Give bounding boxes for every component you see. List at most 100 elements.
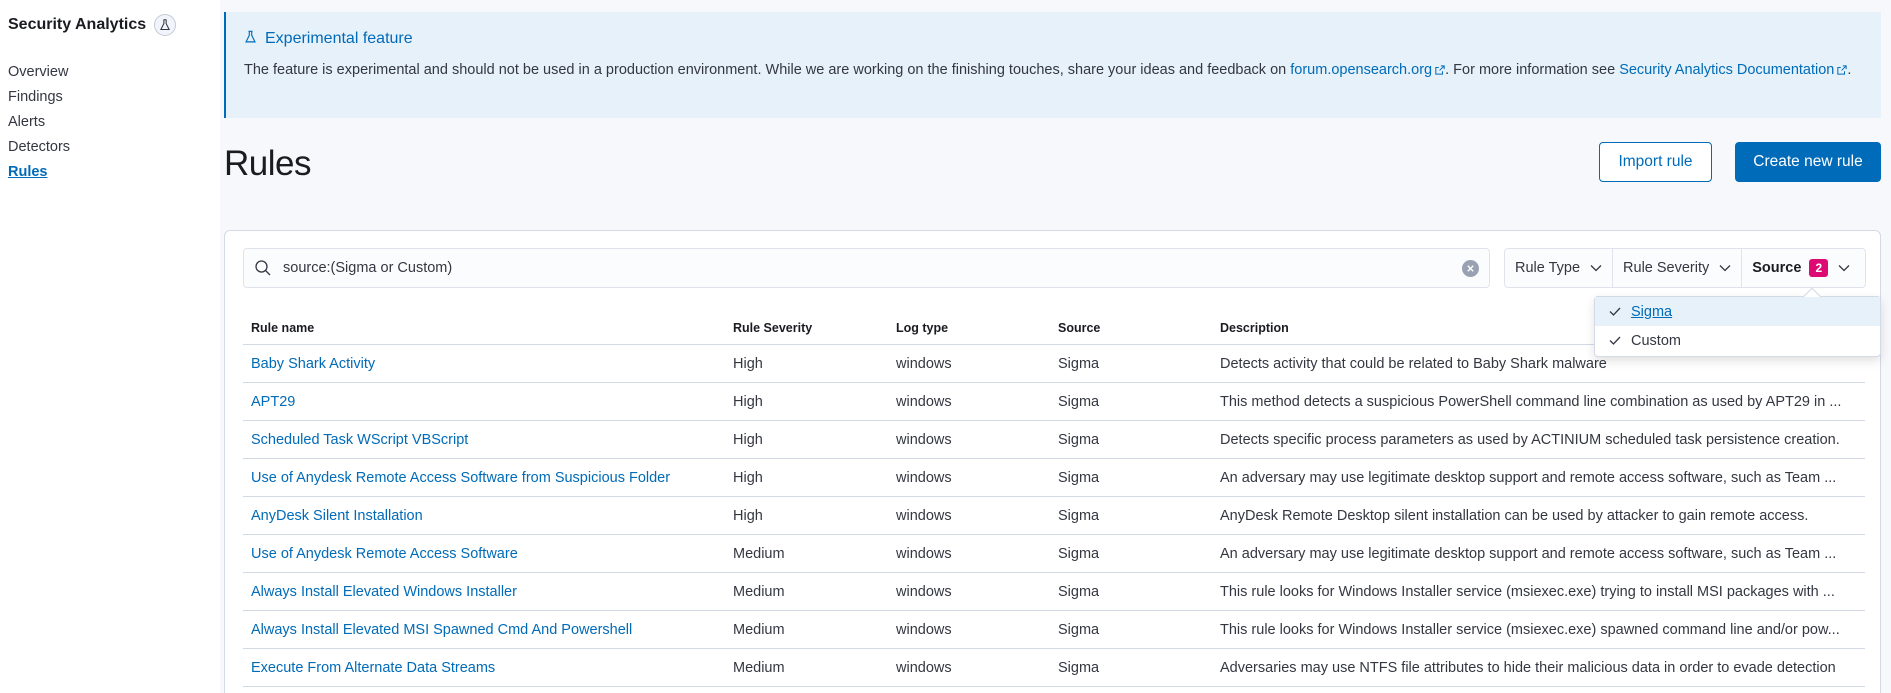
description-cell: Detects specific process parameters as u… bbox=[1220, 431, 1840, 448]
description-cell: Detects activity that could be related t… bbox=[1220, 355, 1607, 372]
import-rule-button[interactable]: Import rule bbox=[1599, 142, 1712, 182]
table-row: Scheduled Task WScript VBScript High windo… bbox=[243, 421, 1865, 459]
source-cell: Sigma bbox=[1058, 621, 1100, 638]
rule-severity-cell: Medium bbox=[733, 545, 785, 562]
callout-text-middle: . For more information see bbox=[1445, 62, 1620, 78]
rule-name-link[interactable]: APT29 bbox=[243, 394, 729, 410]
table-row: Use of Anydesk Remote Access Software fr… bbox=[243, 459, 1865, 497]
rule-name-link[interactable]: Always Install Elevated MSI Spawned Cmd … bbox=[243, 622, 729, 638]
rule-severity-cell: Medium bbox=[733, 583, 785, 600]
rule-type-filter[interactable]: Rule Type bbox=[1505, 249, 1614, 287]
table-row: Use of Anydesk Remote Access Software Med… bbox=[243, 535, 1865, 573]
flask-icon bbox=[154, 14, 177, 36]
source-filter[interactable]: Source 2 bbox=[1742, 249, 1860, 287]
source-option-label: Sigma bbox=[1631, 303, 1673, 320]
sidebar-item-rules[interactable]: Rules bbox=[8, 161, 70, 186]
source-cell: Sigma bbox=[1058, 507, 1100, 524]
table-row: Always Install Elevated Windows Installe… bbox=[243, 573, 1865, 611]
column-header-source[interactable]: Source bbox=[1054, 321, 1216, 335]
log-type-cell: windows bbox=[896, 393, 952, 410]
source-dropdown: Sigma Custom bbox=[1594, 287, 1881, 357]
sidebar-item-findings[interactable]: Findings bbox=[8, 86, 70, 111]
log-type-cell: windows bbox=[896, 583, 952, 600]
table-body: Baby Shark Activity High windows Sigma Detec… bbox=[243, 345, 1865, 687]
docs-link-text: Security Analytics Documentation bbox=[1619, 62, 1835, 78]
description-cell: Adversaries may use NTFS file attributes… bbox=[1220, 659, 1836, 676]
sidebar-nav: Overview Findings Alerts Detectors Rules bbox=[8, 61, 70, 186]
external-link-icon bbox=[1837, 61, 1848, 82]
rule-severity-cell: High bbox=[733, 431, 763, 448]
log-type-cell: windows bbox=[896, 621, 952, 638]
rule-severity-filter[interactable]: Rule Severity bbox=[1613, 249, 1743, 287]
log-type-cell: windows bbox=[896, 545, 952, 562]
app-title-text: Security Analytics bbox=[8, 16, 147, 33]
description-cell: This rule looks for Windows Installer se… bbox=[1220, 621, 1840, 638]
source-cell: Sigma bbox=[1058, 583, 1100, 600]
rule-severity-cell: Medium bbox=[733, 659, 785, 676]
rule-name-link[interactable]: Use of Anydesk Remote Access Software fr… bbox=[243, 470, 729, 486]
rule-severity-cell: High bbox=[733, 355, 763, 372]
callout-title-text: Experimental feature bbox=[265, 30, 413, 47]
description-cell: AnyDesk Remote Desktop silent installati… bbox=[1220, 507, 1809, 524]
log-type-cell: windows bbox=[896, 431, 952, 448]
source-option-custom[interactable]: Custom bbox=[1595, 326, 1880, 355]
forum-link-text: forum.opensearch.org bbox=[1290, 62, 1433, 78]
sidebar-item-detectors[interactable]: Detectors bbox=[8, 136, 70, 161]
callout-body: The feature is experimental and should n… bbox=[244, 60, 1865, 82]
column-header-rule-severity[interactable]: Rule Severity bbox=[729, 321, 892, 335]
source-cell: Sigma bbox=[1058, 355, 1100, 372]
chevron-down-icon bbox=[1590, 260, 1602, 276]
sidebar: Security Analytics Overview Findings Ale… bbox=[0, 0, 220, 693]
check-icon bbox=[1609, 305, 1621, 321]
rule-severity-label: Rule Severity bbox=[1623, 260, 1710, 276]
column-header-log-type[interactable]: Log type bbox=[892, 321, 1054, 335]
source-cell: Sigma bbox=[1058, 545, 1100, 562]
rules-table: Rule name Rule Severity Log type Source … bbox=[243, 311, 1865, 687]
sidebar-item-overview[interactable]: Overview bbox=[8, 61, 70, 86]
filter-group: Rule Type Rule Severity Source 2 bbox=[1504, 248, 1866, 288]
log-type-cell: windows bbox=[896, 659, 952, 676]
forum-link[interactable]: forum.opensearch.org bbox=[1290, 62, 1445, 78]
log-type-cell: windows bbox=[896, 355, 952, 372]
source-cell: Sigma bbox=[1058, 431, 1100, 448]
source-cell: Sigma bbox=[1058, 393, 1100, 410]
chevron-down-icon bbox=[1838, 260, 1850, 276]
description-cell: This method detects a suspicious PowerSh… bbox=[1220, 393, 1842, 410]
create-new-rule-button[interactable]: Create new rule bbox=[1735, 142, 1881, 182]
rule-name-link[interactable]: Execute From Alternate Data Streams bbox=[243, 660, 729, 676]
chevron-down-icon bbox=[1719, 260, 1731, 276]
description-cell: This rule looks for Windows Installer se… bbox=[1220, 583, 1835, 600]
flask-icon bbox=[244, 30, 257, 49]
callout-title: Experimental feature bbox=[244, 28, 1865, 50]
app-title: Security Analytics bbox=[8, 14, 177, 36]
rule-severity-cell: Medium bbox=[733, 621, 785, 638]
sidebar-item-alerts[interactable]: Alerts bbox=[8, 111, 70, 136]
table-row: APT29 High windows Sigma This method detects… bbox=[243, 383, 1865, 421]
check-icon bbox=[1609, 334, 1621, 350]
description-cell: An adversary may use legitimate desktop … bbox=[1220, 545, 1837, 562]
log-type-cell: windows bbox=[896, 507, 952, 524]
search-input[interactable]: source:(Sigma or Custom) bbox=[243, 248, 1490, 288]
page-title: Rules bbox=[224, 144, 311, 183]
callout-text: The feature is experimental and should n… bbox=[244, 62, 1291, 78]
experimental-callout: Experimental feature The feature is expe… bbox=[224, 12, 1881, 118]
source-option-label: Custom bbox=[1631, 332, 1681, 349]
rule-name-link[interactable]: Scheduled Task WScript VBScript bbox=[243, 432, 729, 448]
source-filter-label: Source bbox=[1752, 260, 1802, 276]
external-link-icon bbox=[1435, 61, 1445, 82]
rule-name-link[interactable]: Use of Anydesk Remote Access Software bbox=[243, 546, 729, 562]
docs-link[interactable]: Security Analytics Documentation bbox=[1619, 62, 1848, 78]
table-row: AnyDesk Silent Installation High windows Si… bbox=[243, 497, 1865, 535]
column-header-rule-name[interactable]: Rule name bbox=[243, 321, 729, 335]
log-type-cell: windows bbox=[896, 469, 952, 486]
search-icon bbox=[254, 259, 272, 282]
rule-name-link[interactable]: AnyDesk Silent Installation bbox=[243, 508, 729, 524]
table-row: Execute From Alternate Data Streams Mediu… bbox=[243, 649, 1865, 687]
rule-name-link[interactable]: Always Install Elevated Windows Installe… bbox=[243, 584, 729, 600]
rule-severity-cell: High bbox=[733, 507, 763, 524]
source-option-sigma[interactable]: Sigma bbox=[1595, 297, 1880, 326]
table-row: Always Install Elevated MSI Spawned Cmd … bbox=[243, 611, 1865, 649]
rule-name-link[interactable]: Baby Shark Activity bbox=[243, 356, 729, 372]
search-value: source:(Sigma or Custom) bbox=[283, 260, 453, 276]
clear-icon[interactable] bbox=[1462, 260, 1479, 277]
